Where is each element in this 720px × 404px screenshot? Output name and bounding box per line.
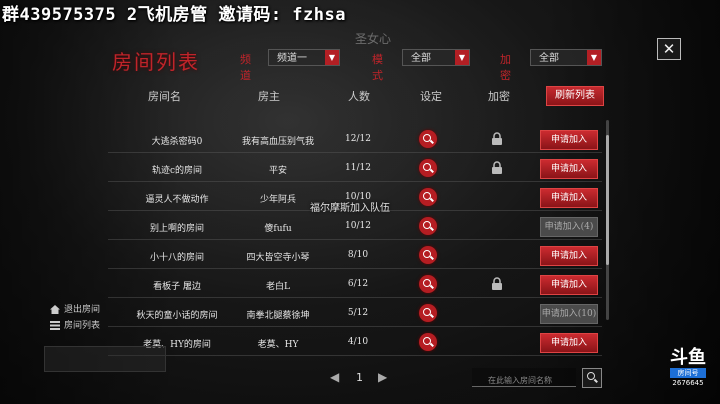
table-header: 房间名 房主 人数 设定 加密 [108, 86, 608, 106]
join-request-button[interactable]: 申请加入(4) [540, 217, 598, 237]
table-row: 老莫、HY的房间 老莫、HY 4/10 申请加入 [108, 329, 602, 356]
room-owner: 傻fufu [264, 224, 292, 234]
next-page-button[interactable]: ▶ [378, 370, 387, 384]
header-lock: 加密 [488, 90, 510, 103]
lock-select-value: 全部 [539, 53, 559, 64]
list-scrollbar[interactable] [606, 120, 609, 320]
dropdown-arrow-icon: ▼ [587, 50, 601, 65]
douyu-room-id: 2676645 [672, 379, 704, 387]
dropdown-arrow-icon: ▼ [325, 50, 339, 65]
room-owner: 我有高血压别气我 [241, 137, 314, 147]
table-row: 别上啊的房间 傻fufu 10/12 申请加入(4) [108, 213, 602, 240]
filter-channel-label: 频道 [240, 53, 251, 82]
table-row: 秋天的童小话的房间 南拳北腿蔡徐坤 5/12 申请加入(10) [108, 300, 602, 327]
table-row: 轨迹c的房间 平安 11/12 申请加入 [108, 155, 602, 182]
join-request-button[interactable]: 申请加入 [540, 246, 598, 266]
prev-page-button[interactable]: ◀ [330, 370, 339, 384]
header-count: 人数 [348, 90, 370, 103]
join-request-button[interactable]: 申请加入 [540, 188, 598, 208]
side-item-room-list[interactable]: 房间列表 [50, 318, 100, 334]
filter-lock-label: 加密 [500, 53, 511, 82]
lock-icon [492, 132, 502, 145]
search-button[interactable] [582, 368, 602, 388]
room-count: 11/12 [345, 163, 371, 173]
room-owner: 四大皆空寺小琴 [246, 253, 310, 263]
room-settings-search-icon[interactable] [419, 304, 437, 322]
room-owner: 南拳北腿蔡徐坤 [246, 311, 310, 321]
room-settings-search-icon[interactable] [419, 217, 437, 235]
room-list: 大逃杀密码0 我有高血压别气我 12/12 申请加入 轨迹c的房间 平安 11/… [108, 104, 602, 366]
list-icon [50, 321, 60, 330]
home-icon [50, 305, 60, 314]
room-count: 5/12 [347, 308, 369, 318]
room-search-input[interactable] [472, 371, 576, 390]
dropdown-arrow-icon: ▼ [455, 50, 469, 65]
table-row: 小十八的房间 四大皆空寺小琴 8/10 申请加入 [108, 242, 602, 269]
douyu-watermark: 斗鱼 房间号 2676645 [668, 348, 708, 394]
douyu-logo: 斗鱼 [670, 347, 706, 368]
join-request-button[interactable]: 申请加入 [540, 130, 598, 150]
mode-select-value: 全部 [411, 53, 431, 64]
panel-title: 房间列表 [112, 50, 200, 74]
room-settings-search-icon[interactable] [419, 130, 437, 148]
room-settings-search-icon[interactable] [419, 246, 437, 264]
room-count: 6/12 [347, 279, 369, 289]
room-owner: 平安 [268, 166, 287, 176]
room-settings-search-icon[interactable] [419, 188, 437, 206]
side-menu: 退出房间 房间列表 [50, 302, 100, 334]
join-request-button[interactable]: 申请加入 [540, 159, 598, 179]
header-owner: 房主 [258, 90, 280, 103]
douyu-room-tag: 房间号 [670, 368, 706, 378]
filter-mode-label: 模式 [372, 53, 383, 82]
close-button[interactable]: ✕ [657, 38, 681, 60]
room-owner: 老白L [266, 282, 290, 292]
side-item-label: 房间列表 [64, 321, 101, 331]
channel-select[interactable]: 频道一 ▼ [268, 49, 340, 66]
room-count: 4/10 [347, 337, 369, 347]
scrollbar-thumb[interactable] [606, 135, 609, 265]
room-settings-search-icon[interactable] [419, 333, 437, 351]
side-item-label: 退出房间 [64, 305, 101, 315]
header-settings: 设定 [420, 90, 442, 103]
table-row: 看板子 屠边 老白L 6/12 申请加入 [108, 271, 602, 298]
table-row: 大逃杀密码0 我有高血压别气我 12/12 申请加入 [108, 126, 602, 153]
stream-overlay-text: 群439575375 2飞机房管 邀请码: fzhsa [2, 5, 346, 25]
team-join-toast: 福尔摩斯加入队伍 [310, 203, 390, 214]
lock-select[interactable]: 全部 ▼ [530, 49, 602, 66]
refresh-list-button[interactable]: 刷新列表 [546, 86, 604, 106]
room-owner: 老莫、HY [257, 340, 299, 350]
mode-select[interactable]: 全部 ▼ [402, 49, 470, 66]
room-count: 10/12 [345, 221, 371, 231]
lock-icon [492, 161, 502, 174]
join-request-button[interactable]: 申请加入 [540, 333, 598, 353]
join-request-button[interactable]: 申请加入 [540, 275, 598, 295]
channel-select-value: 频道一 [277, 53, 307, 64]
side-item-exit-room[interactable]: 退出房间 [50, 302, 100, 318]
room-settings-search-icon[interactable] [419, 159, 437, 177]
room-settings-search-icon[interactable] [419, 275, 437, 293]
decorative-banner [44, 346, 166, 372]
lock-icon [492, 277, 502, 290]
background-sign: 圣女心 [355, 32, 392, 46]
join-request-button[interactable]: 申请加入(10) [540, 304, 598, 324]
room-count: 8/10 [347, 250, 369, 260]
current-page: 1 [356, 371, 363, 384]
room-count: 12/12 [345, 134, 371, 144]
room-search-field [472, 368, 576, 390]
header-room-name: 房间名 [148, 90, 181, 103]
